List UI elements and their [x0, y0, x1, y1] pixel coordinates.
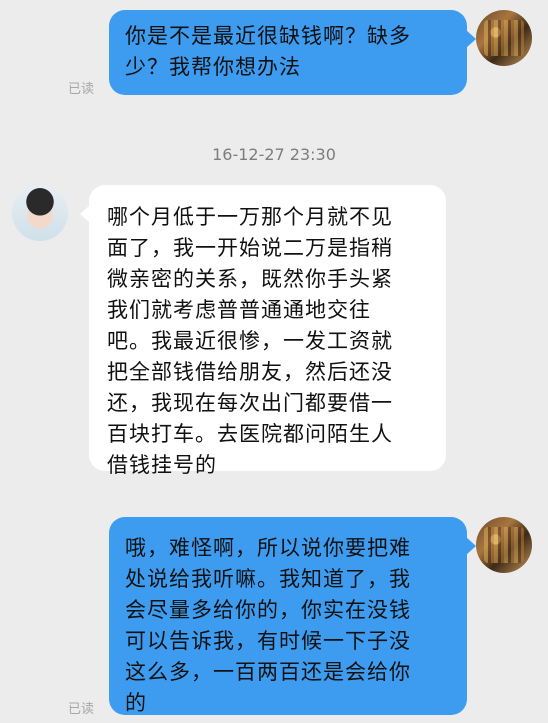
contact-avatar[interactable]: [12, 185, 68, 241]
my-avatar[interactable]: [476, 10, 532, 66]
message-text: 哦，难怪啊，所以说你要把难 处说给我听嘛。我知道了，我 会尽量多给你的，你实在没…: [125, 536, 411, 715]
my-avatar[interactable]: [476, 517, 532, 573]
incoming-message-bubble[interactable]: 哪个月低于一万那个月就不见 面了，我一开始说二万是指稍 微亲密的关系，既然你手头…: [89, 185, 446, 477]
bubble-tail: [466, 537, 476, 555]
read-status: 已读: [68, 702, 95, 717]
message-text: 你是不是最近很缺钱啊？缺多 少？我帮你想办法: [125, 24, 411, 79]
outgoing-message-bubble[interactable]: 你是不是最近很缺钱啊？缺多 少？我帮你想办法: [109, 10, 467, 95]
message-text: 哪个月低于一万那个月就不见 面了，我一开始说二万是指稍 微亲密的关系，既然你手头…: [107, 205, 393, 477]
message-timestamp: 16-12-27 23:30: [212, 145, 336, 164]
outgoing-message-bubble[interactable]: 哦，难怪啊，所以说你要把难 处说给我听嘛。我知道了，我 会尽量多给你的，你实在没…: [109, 517, 467, 715]
bubble-tail: [466, 30, 476, 48]
read-status: 已读: [68, 82, 95, 97]
